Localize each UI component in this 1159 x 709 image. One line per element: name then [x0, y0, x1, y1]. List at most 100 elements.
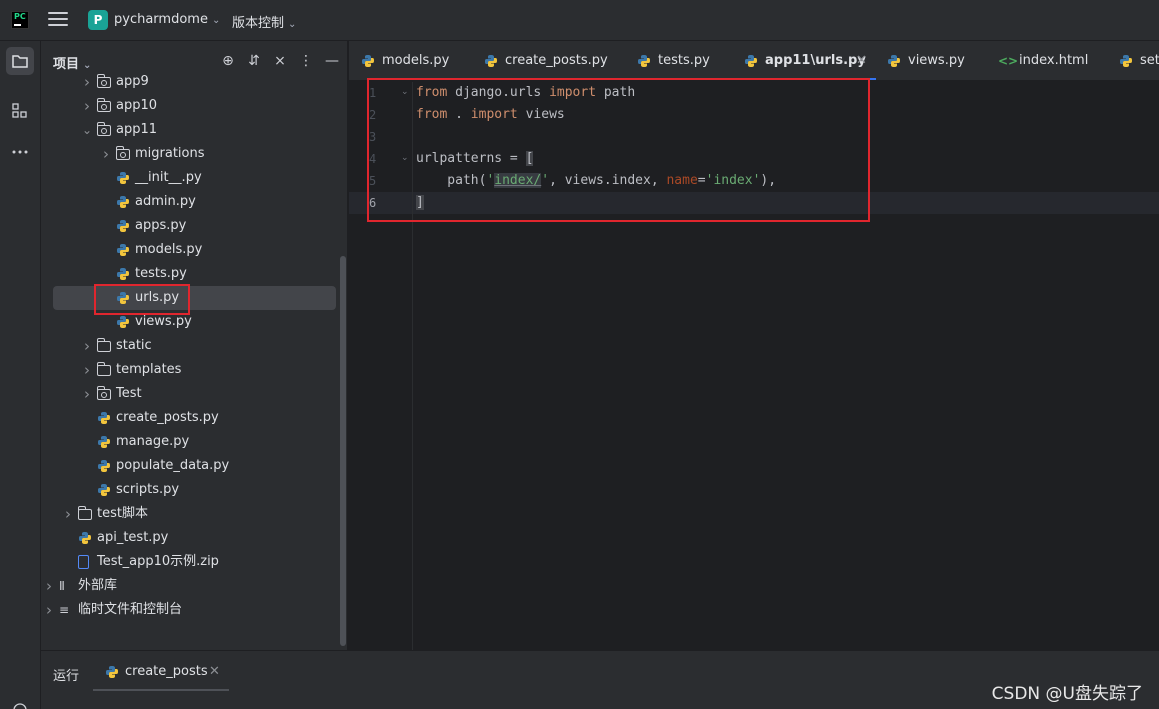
tree-item[interactable]: populate_data.py [53, 454, 336, 478]
python-file-icon [98, 436, 110, 448]
tree-item[interactable]: scripts.py [53, 478, 336, 502]
close-icon[interactable]: ✕ [856, 41, 867, 80]
pycharm-logo-icon[interactable]: PC [11, 11, 29, 29]
vcs-label: 版本控制 [232, 16, 285, 31]
editor-tab-label: views.py [908, 53, 965, 68]
tree-item-label: Test_app10示例.zip [97, 554, 219, 569]
minimize-icon[interactable]: — [322, 51, 342, 71]
folder-icon [77, 506, 92, 520]
tree-item-label: app9 [116, 74, 149, 89]
scratches-icon: ≡ [59, 603, 70, 617]
tree-item-label: templates [116, 362, 182, 377]
tree-item-label: create_posts.py [116, 410, 219, 425]
chevron-right-icon[interactable]: › [81, 382, 93, 406]
chevron-right-icon[interactable]: › [81, 94, 93, 118]
tree-item[interactable]: apps.py [53, 214, 336, 238]
tree-item[interactable]: Test_app10示例.zip [53, 550, 336, 574]
tree-item[interactable]: __init__.py [53, 166, 336, 190]
editor-tab-label: create_posts.py [505, 53, 608, 68]
python-icon [888, 55, 900, 67]
chevron-right-icon[interactable]: › [62, 502, 74, 526]
python-file-icon [79, 532, 91, 544]
python-icon [362, 55, 374, 67]
python-icon [745, 55, 757, 67]
python-file-icon [117, 172, 129, 184]
watermark: CSDN @U盘失踪了 [991, 684, 1143, 704]
editor-tab-label: index.html [1019, 53, 1089, 68]
chevron-down-icon[interactable]: ⌄ [81, 118, 93, 142]
tree-item[interactable]: › static [53, 334, 336, 358]
more-icon [12, 150, 28, 154]
tree-item[interactable]: › migrations [53, 142, 336, 166]
package-folder-icon [96, 122, 111, 136]
tree-item[interactable]: › app9 [53, 70, 336, 94]
python-file-icon [117, 316, 129, 328]
python-file-icon [98, 460, 110, 472]
tree-item-label: 外部库 [78, 578, 118, 593]
tree-item[interactable]: create_posts.py [53, 406, 336, 430]
chevron-right-icon[interactable]: › [81, 70, 93, 94]
crosshair-icon[interactable]: ⊕ [218, 51, 238, 71]
tree-item-label: app10 [116, 98, 158, 113]
chevron-right-icon[interactable]: › [81, 334, 93, 358]
tree-item-label: manage.py [116, 434, 190, 449]
editor-tab-label: models.py [382, 53, 450, 68]
annotation-box-code [367, 78, 870, 222]
python-icon [638, 55, 650, 67]
chevron-right-icon[interactable]: › [43, 598, 55, 622]
main-menu-icon[interactable] [48, 12, 68, 28]
project-badge-icon[interactable]: P [88, 10, 108, 30]
run-tab-label: create_posts [125, 664, 208, 679]
project-tool-button[interactable] [6, 47, 34, 75]
chevron-down-icon: ⌄ [288, 19, 297, 30]
run-tab-create-posts[interactable]: create_posts ✕ [93, 651, 229, 691]
editor-tab-label: set [1140, 53, 1159, 68]
python-file-icon [117, 268, 129, 280]
tree-item[interactable]: › app10 [53, 94, 336, 118]
python-icon [485, 55, 497, 67]
tree-item-label: admin.py [135, 194, 196, 209]
tree-item[interactable]: ⌄ app11 [53, 118, 336, 142]
structure-tool-button[interactable] [6, 97, 34, 125]
chevron-right-icon[interactable]: › [43, 574, 55, 598]
annotation-box-file [94, 284, 190, 315]
tree-item[interactable]: › test脚本 [53, 502, 336, 526]
project-name: pycharmdome [114, 12, 208, 27]
expand-icon[interactable]: ⇵ [244, 51, 264, 71]
editor-tabs: models.py create_posts.py tests.py app11\ur… [349, 41, 1159, 81]
vcs-menu[interactable]: 版本控制 ⌄ [232, 12, 296, 31]
tree-item[interactable]: › ≡ 临时文件和控制台 [46, 598, 336, 622]
chevron-down-icon: ⌄ [211, 15, 221, 26]
project-panel: 项目 ⌄ ⊕ ⇵ ⨯ ⋮ — › app9 › app10 ⌄ app11 › migratio… [41, 41, 348, 650]
tree-item-label: apps.py [135, 218, 187, 233]
run-panel: 运行 create_posts ✕ CSDN @U盘失踪了 [41, 650, 1159, 709]
tree-item[interactable]: admin.py [53, 190, 336, 214]
package-folder-icon [115, 146, 130, 160]
project-switcher[interactable]: pycharmdome ⌄ [114, 12, 220, 27]
editor-tab-label: tests.py [658, 53, 710, 68]
more-icon[interactable]: ⋮ [296, 51, 316, 71]
title-bar: PC P pycharmdome ⌄ 版本控制 ⌄ [0, 0, 1159, 41]
tree-item-label: static [116, 338, 152, 353]
python-file-icon [98, 412, 110, 424]
tree-item[interactable]: api_test.py [53, 526, 336, 550]
collapse-icon[interactable]: ⨯ [270, 51, 290, 71]
tree-item[interactable]: › templates [53, 358, 336, 382]
tree-item-label: api_test.py [97, 530, 169, 545]
close-icon[interactable]: ✕ [209, 664, 220, 679]
run-panel-title: 运行 [53, 669, 80, 684]
chevron-right-icon[interactable]: › [81, 358, 93, 382]
tree-item[interactable]: models.py [53, 238, 336, 262]
folder-icon [96, 362, 111, 376]
tree-item[interactable]: tests.py [53, 262, 336, 286]
structure-icon [12, 103, 27, 118]
tree-scrollbar[interactable] [340, 256, 346, 646]
more-tools-button[interactable] [6, 138, 34, 166]
bottom-tool-button[interactable] [6, 693, 34, 709]
chevron-right-icon[interactable]: › [100, 142, 112, 166]
tree-item-label: 临时文件和控制台 [78, 602, 183, 617]
tree-item[interactable]: › Ⅱ 外部库 [46, 574, 336, 598]
tree-item[interactable]: › Test [53, 382, 336, 406]
tree-item[interactable]: manage.py [53, 430, 336, 454]
tree-item-label: scripts.py [116, 482, 180, 497]
